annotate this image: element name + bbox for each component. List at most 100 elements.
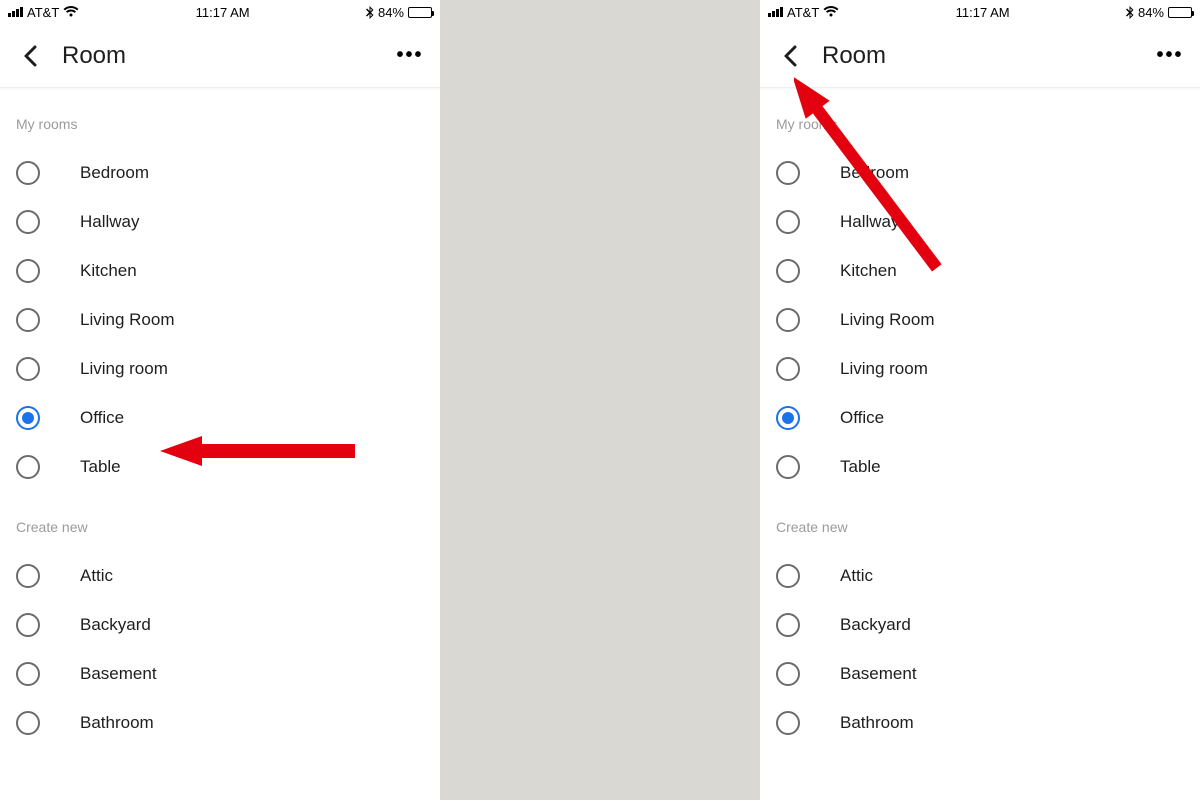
radio-icon <box>776 161 800 185</box>
room-label: Kitchen <box>80 261 137 281</box>
room-label: Backyard <box>840 615 911 635</box>
radio-icon <box>776 564 800 588</box>
room-option-backyard[interactable]: Backyard <box>760 600 1200 649</box>
radio-icon <box>776 711 800 735</box>
room-option-living-room[interactable]: Living room <box>0 344 440 393</box>
room-label: Living room <box>840 359 928 379</box>
radio-icon <box>16 357 40 381</box>
header: Room ••• <box>0 24 440 88</box>
room-label: Living Room <box>80 310 175 330</box>
radio-icon <box>16 210 40 234</box>
room-option-living-room[interactable]: Living room <box>760 344 1200 393</box>
create-new-list: Attic Backyard Basement Bathroom <box>760 551 1200 747</box>
room-option-basement[interactable]: Basement <box>0 649 440 698</box>
radio-icon <box>776 613 800 637</box>
radio-icon <box>16 161 40 185</box>
radio-icon <box>16 308 40 332</box>
room-label: Living Room <box>840 310 935 330</box>
status-bar: AT&T 11:17 AM 84% <box>0 0 440 24</box>
battery-pct: 84% <box>1138 5 1164 20</box>
bluetooth-icon <box>1126 6 1134 19</box>
battery-icon <box>1168 7 1192 18</box>
room-option-office[interactable]: Office <box>0 393 440 442</box>
phone-left: AT&T 11:17 AM 84% Room ••• My rooms Bedr… <box>0 0 440 800</box>
room-option-living-room[interactable]: Living Room <box>760 295 1200 344</box>
gap <box>440 0 760 800</box>
room-option-office[interactable]: Office <box>760 393 1200 442</box>
room-option-table[interactable]: Table <box>760 442 1200 491</box>
room-label: Bathroom <box>840 713 914 733</box>
bluetooth-icon <box>366 6 374 19</box>
radio-icon <box>16 564 40 588</box>
room-option-hallway[interactable]: Hallway <box>760 197 1200 246</box>
more-button[interactable]: ••• <box>392 38 428 74</box>
radio-icon <box>776 357 800 381</box>
my-rooms-list: Bedroom Hallway Kitchen Living Room Living r… <box>0 148 440 491</box>
radio-icon <box>16 259 40 283</box>
room-option-bathroom[interactable]: Bathroom <box>760 698 1200 747</box>
room-label: Office <box>840 408 884 428</box>
clock: 11:17 AM <box>839 5 1126 20</box>
page-title: Room <box>822 42 886 70</box>
more-button[interactable]: ••• <box>1152 38 1188 74</box>
room-label: Living room <box>80 359 168 379</box>
radio-icon <box>776 662 800 686</box>
radio-icon <box>16 455 40 479</box>
room-label: Hallway <box>840 212 900 232</box>
signal-icon <box>768 7 783 17</box>
chevron-left-icon <box>783 45 797 67</box>
header: Room ••• <box>760 24 1200 88</box>
room-label: Table <box>80 457 121 477</box>
room-option-bedroom[interactable]: Bedroom <box>760 148 1200 197</box>
radio-icon <box>16 613 40 637</box>
wifi-icon <box>63 6 79 18</box>
section-create-new: Create new <box>0 491 440 551</box>
battery-pct: 84% <box>378 5 404 20</box>
phone-right: AT&T 11:17 AM 84% Room ••• My rooms Bedr… <box>760 0 1200 800</box>
room-label: Table <box>840 457 881 477</box>
section-my-rooms: My rooms <box>0 88 440 148</box>
status-bar: AT&T 11:17 AM 84% <box>760 0 1200 24</box>
section-create-new: Create new <box>760 491 1200 551</box>
room-option-bedroom[interactable]: Bedroom <box>0 148 440 197</box>
room-option-hallway[interactable]: Hallway <box>0 197 440 246</box>
radio-icon <box>776 455 800 479</box>
room-label: Hallway <box>80 212 140 232</box>
room-option-attic[interactable]: Attic <box>760 551 1200 600</box>
create-new-list: Attic Backyard Basement Bathroom <box>0 551 440 747</box>
radio-icon <box>776 308 800 332</box>
room-option-basement[interactable]: Basement <box>760 649 1200 698</box>
chevron-left-icon <box>23 45 37 67</box>
radio-icon <box>776 406 800 430</box>
back-button[interactable] <box>12 38 48 74</box>
room-label: Bathroom <box>80 713 154 733</box>
room-option-bathroom[interactable]: Bathroom <box>0 698 440 747</box>
section-my-rooms: My rooms <box>760 88 1200 148</box>
clock: 11:17 AM <box>79 5 366 20</box>
radio-icon <box>16 662 40 686</box>
radio-icon <box>16 406 40 430</box>
room-option-backyard[interactable]: Backyard <box>0 600 440 649</box>
radio-icon <box>16 711 40 735</box>
room-option-living-room[interactable]: Living Room <box>0 295 440 344</box>
room-option-kitchen[interactable]: Kitchen <box>0 246 440 295</box>
room-option-attic[interactable]: Attic <box>0 551 440 600</box>
room-label: Basement <box>80 664 157 684</box>
page-title: Room <box>62 42 126 70</box>
room-label: Bedroom <box>840 163 909 183</box>
room-label: Kitchen <box>840 261 897 281</box>
room-option-kitchen[interactable]: Kitchen <box>760 246 1200 295</box>
room-label: Attic <box>80 566 113 586</box>
back-button[interactable] <box>772 38 808 74</box>
room-label: Bedroom <box>80 163 149 183</box>
signal-icon <box>8 7 23 17</box>
carrier-label: AT&T <box>27 5 59 20</box>
radio-icon <box>776 210 800 234</box>
radio-icon <box>776 259 800 283</box>
wifi-icon <box>823 6 839 18</box>
room-option-table[interactable]: Table <box>0 442 440 491</box>
room-label: Basement <box>840 664 917 684</box>
carrier-label: AT&T <box>787 5 819 20</box>
my-rooms-list: Bedroom Hallway Kitchen Living Room Living r… <box>760 148 1200 491</box>
battery-icon <box>408 7 432 18</box>
